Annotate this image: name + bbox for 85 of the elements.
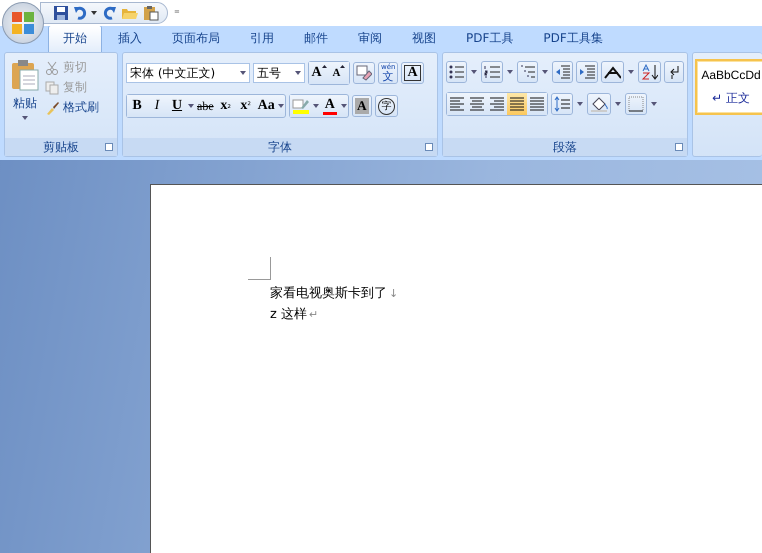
redo-icon[interactable] <box>101 5 117 21</box>
clipboard-icon[interactable] <box>143 5 159 21</box>
line-spacing-button[interactable] <box>551 93 573 115</box>
caret-icon <box>295 71 301 75</box>
ribbon-tab[interactable]: 审阅 <box>344 26 396 52</box>
dropdown-arrow-icon[interactable] <box>91 11 97 15</box>
alignment-icon <box>449 96 465 112</box>
dropdown-arrow-icon[interactable] <box>614 102 622 106</box>
dropdown-arrow-icon[interactable] <box>576 102 584 106</box>
group-label: 段落 <box>553 138 577 156</box>
borders-button[interactable] <box>625 93 647 115</box>
multilevel-list-button[interactable] <box>516 61 538 83</box>
bullets-button[interactable] <box>446 61 468 83</box>
numbering-button[interactable] <box>481 61 503 83</box>
dropdown-arrow-icon[interactable] <box>626 70 635 74</box>
enclose-characters-button[interactable]: 字 <box>374 95 398 117</box>
alignment-icon <box>529 96 545 112</box>
multilevel-list-icon <box>520 65 535 79</box>
dialog-launcher-icon[interactable] <box>425 143 433 151</box>
brush-icon <box>45 100 59 114</box>
scissors-icon <box>45 60 59 74</box>
clear-formatting-button[interactable] <box>353 62 375 84</box>
character-shading-button[interactable]: A <box>352 95 372 117</box>
character-border-button[interactable]: A <box>401 62 424 84</box>
group-label: 字体 <box>268 138 292 156</box>
line-spacing-icon <box>554 96 570 112</box>
dialog-launcher-icon[interactable] <box>105 143 113 151</box>
chevron-icon <box>604 65 621 79</box>
alignment-icon <box>489 96 505 112</box>
margin-corner-mark <box>248 257 271 280</box>
dropdown-arrow-icon[interactable] <box>470 70 478 74</box>
office-logo-icon <box>10 10 36 36</box>
highlight-button[interactable] <box>290 95 312 117</box>
bullet-list-icon <box>449 65 464 79</box>
border-icon <box>628 96 644 112</box>
dropdown-arrow-icon[interactable] <box>540 70 549 74</box>
copy-icon <box>45 80 59 94</box>
decrease-indent-button[interactable] <box>552 61 574 83</box>
paragraph-mark: ↵ <box>308 307 318 323</box>
align-left-button[interactable] <box>447 93 467 115</box>
document-text: 家看电视奥斯卡到了 <box>270 285 387 303</box>
font-name-dropdown[interactable]: 宋体 (中文正文) <box>126 63 250 83</box>
undo-icon[interactable] <box>73 5 89 21</box>
ribbon-tab[interactable]: 视图 <box>398 26 450 52</box>
dropdown-arrow-icon[interactable] <box>650 102 658 106</box>
clipboard-icon <box>11 59 39 91</box>
ribbon-tab[interactable]: 开始 <box>48 25 102 52</box>
paint-bucket-icon <box>590 96 608 112</box>
format-painter-button[interactable]: 格式刷 <box>45 99 99 116</box>
style-gallery-item[interactable]: AaBbCcDd ↵ 正文 <box>695 59 762 115</box>
increase-indent-button[interactable] <box>576 61 598 83</box>
ribbon-tab[interactable]: PDF工具 <box>452 26 528 52</box>
decrease-indent-icon <box>554 65 570 79</box>
show-marks-button[interactable] <box>664 61 684 83</box>
ribbon-tab[interactable]: 插入 <box>104 26 156 52</box>
save-icon[interactable] <box>53 5 69 21</box>
justify-button[interactable] <box>507 93 527 115</box>
sort-icon <box>640 64 658 80</box>
dialog-launcher-icon[interactable] <box>675 143 683 151</box>
ribbon-tab[interactable]: PDF工具集 <box>529 26 617 52</box>
shading-button[interactable] <box>587 93 611 115</box>
caret-icon <box>340 65 346 68</box>
customize-toolbar-button[interactable]: ⁼ <box>174 6 180 20</box>
ribbon-tab[interactable]: 页面布局 <box>158 26 234 52</box>
document-text: z 这样 <box>270 306 307 324</box>
group-label: 剪贴板 <box>43 138 79 156</box>
caret-icon <box>322 65 327 68</box>
caret-icon <box>240 71 246 75</box>
highlighter-icon <box>292 98 310 114</box>
numbered-list-icon <box>484 65 500 79</box>
grow-font-button[interactable]: A <box>309 62 329 84</box>
font-size-dropdown[interactable]: 五号 <box>253 63 305 83</box>
ribbon-tab[interactable]: 引用 <box>236 26 288 52</box>
paste-button[interactable]: 粘贴 <box>9 57 41 134</box>
alignment-icon <box>509 96 525 112</box>
distributed-button[interactable] <box>527 93 547 115</box>
increase-indent-icon <box>579 65 595 79</box>
paragraph-mark: ↓ <box>389 286 398 302</box>
sort-button[interactable] <box>638 61 661 83</box>
caret-icon <box>22 116 28 120</box>
eraser-icon <box>356 65 372 81</box>
dropdown-arrow-icon[interactable] <box>506 70 514 74</box>
ribbon-tab[interactable]: 邮件 <box>290 26 342 52</box>
asian-layout-button[interactable] <box>600 61 624 83</box>
alignment-icon <box>469 96 485 112</box>
